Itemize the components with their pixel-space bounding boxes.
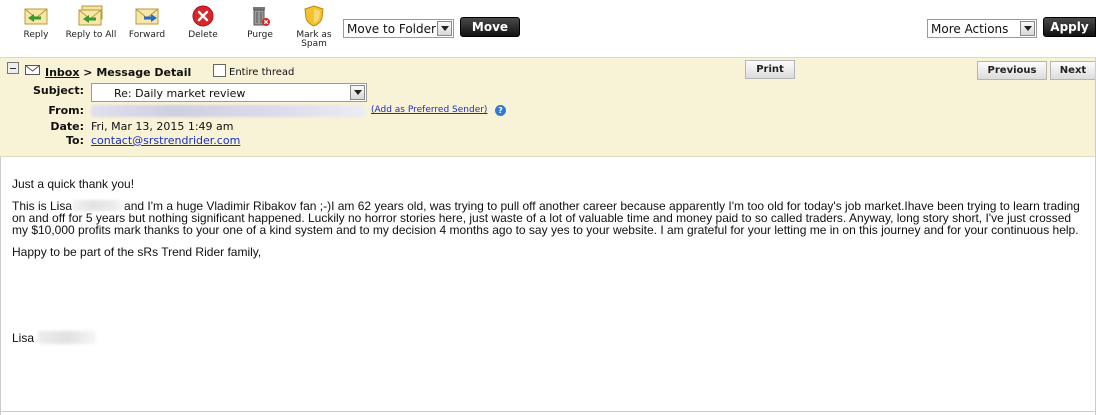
delete-label: Delete [188,30,218,40]
message-body-rest: and I'm a huge Vladimir Ribakov fan ;-)I… [12,199,1080,237]
move-to-folder-select-value: Move to Folder [347,22,436,36]
entire-thread-checkbox[interactable] [213,64,226,77]
to-label: To: [66,134,84,147]
move-button[interactable]: Move [460,17,520,37]
purge-label: Purge [247,30,273,40]
envelope-icon [25,64,40,78]
redacted-surname [72,200,125,211]
delete-icon [190,4,216,28]
reply-all-button[interactable]: Reply to All [66,4,116,54]
collapse-icon[interactable] [7,62,19,74]
message-header: Inbox > Message Detail Entire thread Pri… [0,58,1096,157]
frame-border-left [0,157,1,415]
delete-button[interactable]: Delete [187,4,219,54]
more-actions-select[interactable]: More Actions [927,19,1037,38]
date-label: Date: [50,120,84,133]
chevron-down-icon [437,21,452,36]
help-icon[interactable]: ? [495,105,506,116]
message-greeting: Just a quick thank you! [12,177,135,191]
forward-icon [134,4,160,28]
date-value: Fri, Mar 13, 2015 1:49 am [91,120,234,133]
chevron-down-icon [350,85,365,100]
breadcrumb-inbox-link[interactable]: Inbox [45,66,79,79]
reply-button[interactable]: Reply [22,4,50,54]
chevron-down-icon [1020,21,1035,36]
more-actions-select-value: More Actions [931,22,1009,36]
redacted-sender [91,105,365,117]
apply-button[interactable]: Apply [1043,17,1096,37]
add-preferred-sender-link[interactable]: (Add as Preferred Sender) [371,105,487,115]
reply-all-icon [78,4,104,28]
spam-shield-icon [301,4,327,28]
subject-select[interactable]: Re: Daily market review [91,83,367,102]
reply-label: Reply [23,30,49,40]
reply-icon [23,4,49,28]
redacted-signature [38,331,96,344]
message-paragraph: This is Lisa and I'm a huge Vladimir Riba… [12,200,1086,236]
purge-icon [247,4,273,28]
subject-label: Subject: [32,84,84,97]
forward-button[interactable]: Forward [128,4,166,54]
move-to-folder-select[interactable]: Move to Folder [343,19,454,38]
breadcrumb: Inbox > Message Detail [45,66,191,79]
toolbar: Reply Reply to All Forward Delete Purge … [0,0,1096,58]
next-button[interactable]: Next [1050,61,1096,80]
forward-label: Forward [128,30,166,40]
from-label: From: [48,104,84,117]
message-closing: Happy to be part of the sRs Trend Rider … [12,245,262,259]
reply-all-label: Reply to All [65,30,117,40]
mark-as-spam-label: Mark as Spam [296,30,332,49]
frame-border-bottom [0,411,1096,412]
message-signature: Lisa [12,331,35,345]
mark-as-spam-button[interactable]: Mark as Spam [294,4,334,54]
breadcrumb-current: > Message Detail [79,66,192,79]
purge-button[interactable]: Purge [245,4,275,54]
to-value[interactable]: contact@srstrendrider.com [91,134,240,147]
entire-thread-label: Entire thread [229,67,295,78]
previous-button[interactable]: Previous [977,61,1047,80]
print-button[interactable]: Print [745,60,795,79]
subject-value: Re: Daily market review [114,87,246,100]
message-body: Just a quick thank you! This is Lisa and … [12,178,1086,268]
